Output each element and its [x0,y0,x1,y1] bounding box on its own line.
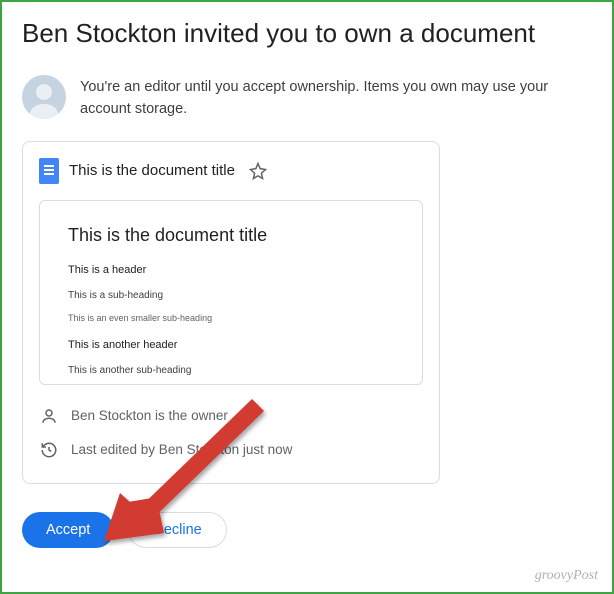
document-header: This is the document title [39,158,423,184]
document-preview: This is the document title This is a hea… [39,200,423,385]
star-icon[interactable] [249,162,267,180]
accept-button[interactable]: Accept [22,512,114,548]
preview-title: This is the document title [68,225,394,246]
owner-text: Ben Stockton is the owner [71,408,228,423]
history-icon [39,440,59,460]
preview-line: This is another header [68,339,394,351]
docs-icon [39,158,59,184]
last-edited-text: Last edited by Ben Stockton just now [71,442,292,457]
preview-line: This is a sub-heading [68,290,394,301]
document-title: This is the document title [69,162,235,179]
watermark: groovyPost [535,568,598,584]
actions-row: Accept Decline [22,512,592,548]
last-edited-row: Last edited by Ben Stockton just now [39,433,423,467]
document-card: This is the document title This is the d… [22,141,440,484]
info-row: You're an editor until you accept owners… [22,75,592,121]
page-title: Ben Stockton invited you to own a docume… [22,18,592,49]
owner-row: Ben Stockton is the owner [39,399,423,433]
preview-line: This is a header [68,264,394,276]
preview-line: This is another sub-heading [68,365,394,376]
avatar [22,75,66,119]
preview-line: This is an even smaller sub-heading [68,313,394,323]
info-text: You're an editor until you accept owners… [80,75,592,121]
decline-button[interactable]: Decline [128,512,226,548]
person-icon [39,406,59,426]
